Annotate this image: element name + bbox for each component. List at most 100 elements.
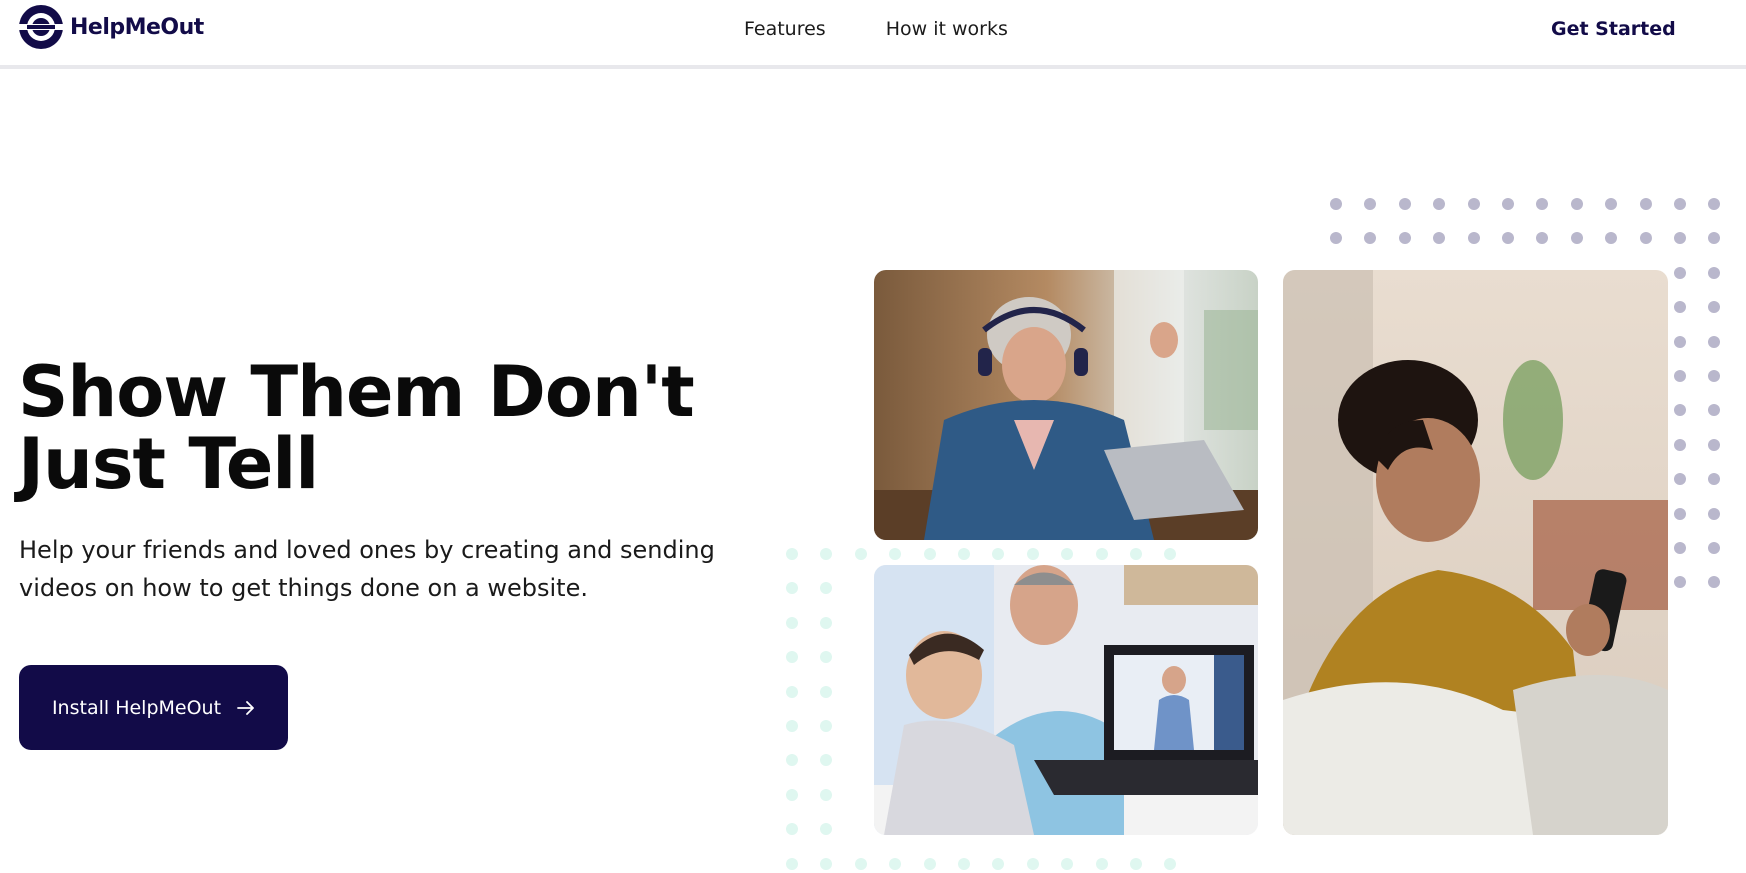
decorative-dot: [1708, 266, 1721, 279]
decorative-dot: [786, 582, 798, 595]
decorative-dot: [1536, 198, 1549, 210]
photo-woman-smiling-phone: [1283, 270, 1668, 835]
decorative-dot: [923, 857, 936, 870]
decorative-dot: [786, 788, 798, 801]
decorative-dot: [1129, 857, 1142, 870]
decorative-dot: [820, 651, 833, 664]
decorative-dot: [1639, 232, 1652, 245]
decorative-dot: [1708, 473, 1721, 486]
decorative-dot: [1570, 232, 1583, 245]
arrow-right-icon: [237, 700, 254, 715]
decorative-dot: [1467, 232, 1480, 245]
decorative-dot: [820, 548, 833, 560]
decorative-dot: [1330, 198, 1342, 210]
get-started-link[interactable]: Get Started: [1551, 16, 1676, 42]
decorative-dot: [1708, 232, 1721, 245]
decorative-dot: [1673, 369, 1686, 382]
decorative-dot: [1398, 232, 1411, 245]
decorative-dot: [1708, 301, 1721, 314]
decorative-dot: [1095, 548, 1108, 560]
decorative-dot: [1673, 473, 1686, 486]
decorative-dot: [1433, 232, 1446, 245]
decorative-dot: [1708, 369, 1721, 382]
brand-logo-link[interactable]: HelpMeOut: [18, 4, 204, 50]
hero-subtext-line1: Help your friends and loved ones by crea…: [19, 536, 715, 564]
decorative-dot: [1673, 404, 1686, 417]
decorative-dot: [1673, 232, 1686, 245]
decorative-dot: [820, 754, 833, 767]
decorative-dot: [1673, 198, 1686, 210]
decorative-dot: [1708, 507, 1721, 520]
decorative-dot: [1673, 541, 1686, 554]
decorative-dot: [1708, 438, 1721, 451]
decorative-dot: [1501, 232, 1514, 245]
decorative-dot: [1364, 198, 1377, 210]
decorative-dot: [786, 754, 798, 767]
nav-link-how-it-works[interactable]: How it works: [886, 16, 1008, 42]
photo-woman-headphones-laptop: [874, 270, 1258, 540]
decorative-dot: [1164, 548, 1177, 560]
decorative-dot: [1061, 548, 1074, 560]
decorative-dot: [1061, 857, 1074, 870]
hero-headline: Show Them Don't Just Tell: [18, 356, 738, 500]
decorative-dot: [1330, 232, 1342, 245]
decorative-dot: [786, 616, 798, 629]
decorative-dot: [1708, 576, 1721, 589]
decorative-dot: [1026, 857, 1039, 870]
decorative-dot: [820, 788, 833, 801]
hero-headline-line2: Just Tell: [18, 423, 319, 505]
hero-subtext: Help your friends and loved ones by crea…: [19, 531, 779, 607]
decorative-dot: [786, 823, 798, 836]
decorative-dot: [1673, 438, 1686, 451]
decorative-dot: [992, 548, 1005, 560]
decorative-dot: [992, 857, 1005, 870]
decorative-dot: [854, 857, 867, 870]
decorative-dot: [786, 685, 798, 698]
decorative-dot: [820, 582, 833, 595]
decorative-dot: [1673, 266, 1686, 279]
install-helpmeout-button[interactable]: Install HelpMeOut: [19, 665, 288, 750]
brand-name: HelpMeOut: [70, 14, 204, 40]
install-button-label: Install HelpMeOut: [51, 696, 222, 719]
decorative-dot: [1129, 548, 1142, 560]
decorative-dot: [889, 548, 902, 560]
decorative-dot: [889, 857, 902, 870]
decorative-dot: [1364, 232, 1377, 245]
decorative-dot: [1164, 857, 1177, 870]
decorative-dot: [854, 548, 867, 560]
nav-link-features[interactable]: Features: [744, 16, 826, 42]
decorative-dot: [1605, 232, 1618, 245]
decorative-dot: [820, 616, 833, 629]
decorative-dot: [1708, 335, 1721, 348]
decorative-dot: [1398, 198, 1411, 210]
hero-subtext-line2: videos on how to get things done on a we…: [19, 574, 588, 602]
decorative-dot: [923, 548, 936, 560]
decorative-dot: [1026, 548, 1039, 560]
decorative-dot: [820, 719, 833, 732]
main-nav: Features How it works: [744, 16, 1008, 42]
decorative-dot: [786, 857, 798, 870]
hero-headline-line1: Show Them Don't: [18, 351, 695, 433]
decorative-dot: [1673, 507, 1686, 520]
decorative-dot: [786, 548, 798, 560]
decorative-dot: [1467, 198, 1480, 210]
decorative-dot: [1570, 198, 1583, 210]
decorative-dot: [1673, 576, 1686, 589]
decorative-dot: [1605, 198, 1618, 210]
decorative-dot: [786, 651, 798, 664]
decorative-dot: [1708, 198, 1721, 210]
decorative-dot: [1708, 404, 1721, 417]
decorative-dot: [957, 857, 970, 870]
decorative-dot: [1673, 335, 1686, 348]
site-header: HelpMeOut Features How it works Get Star…: [0, 0, 1746, 69]
decorative-dot: [957, 548, 970, 560]
decorative-dot: [820, 823, 833, 836]
decorative-dot: [1708, 541, 1721, 554]
decorative-dot: [820, 857, 833, 870]
decorative-dot: [1095, 857, 1108, 870]
decorative-dot: [1639, 198, 1652, 210]
decorative-dot: [820, 685, 833, 698]
logo-icon: [18, 5, 64, 49]
decorative-dot: [1536, 232, 1549, 245]
decorative-dot: [786, 719, 798, 732]
